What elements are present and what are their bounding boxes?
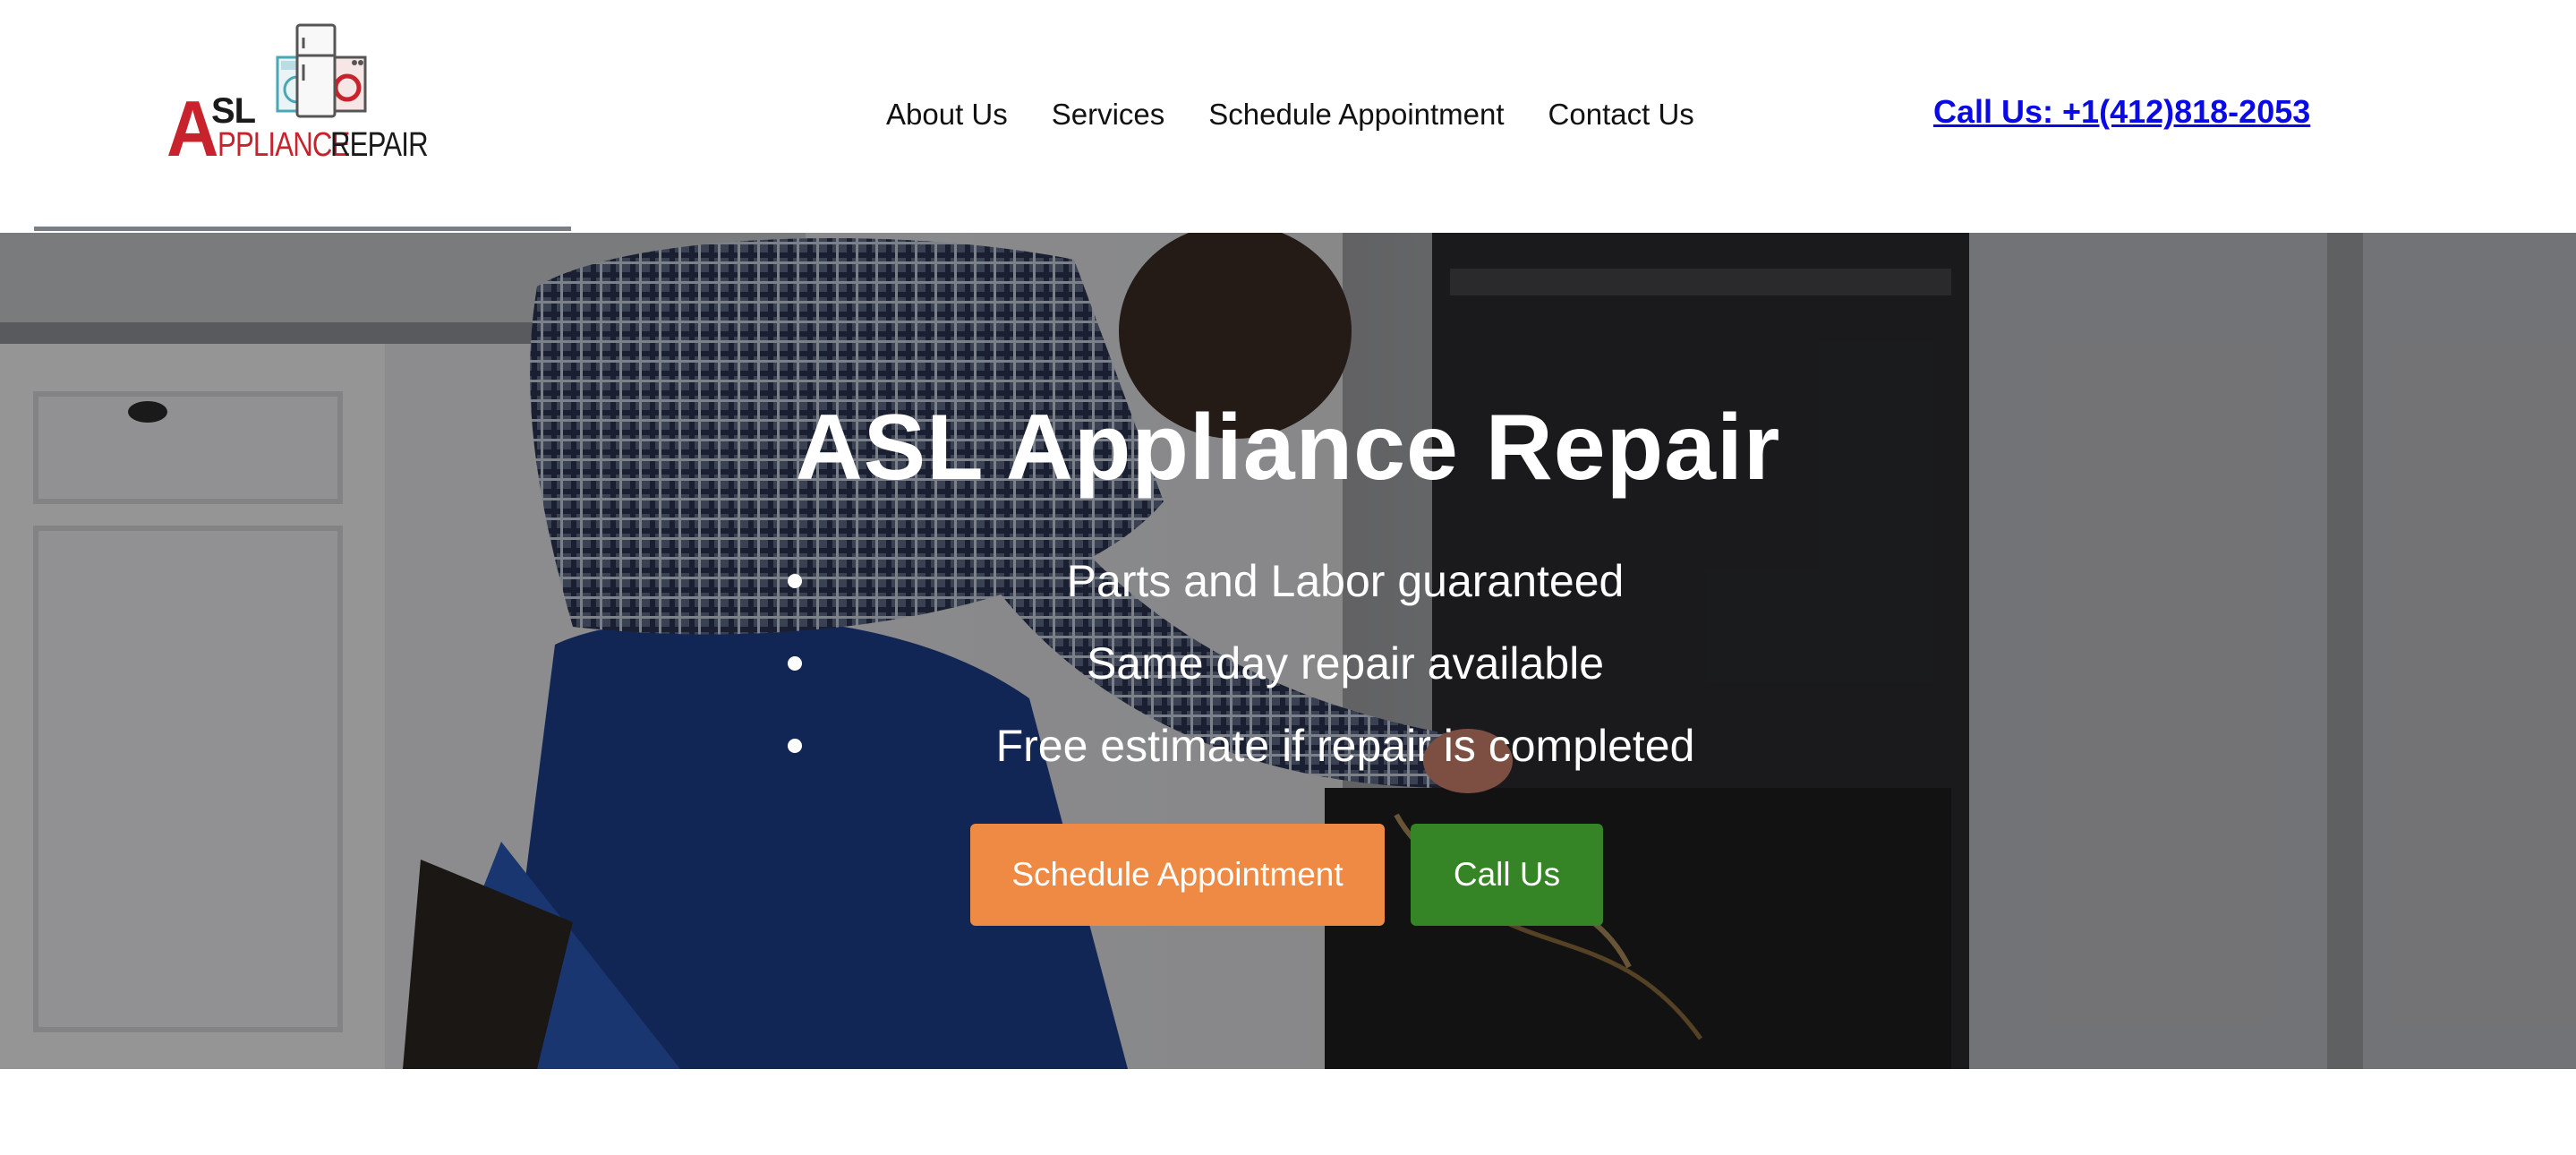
logo-letter-a: A	[166, 84, 218, 173]
logo-word-repair: REPAIR	[329, 126, 429, 164]
benefit-item: Parts and Labor guaranteed	[788, 540, 1951, 622]
nav-about-us[interactable]: About Us	[886, 98, 1008, 132]
logo-wordmark: A SL PPLIANCE REPAIR	[166, 84, 448, 173]
nav-schedule-appointment[interactable]: Schedule Appointment	[1208, 98, 1504, 132]
call-phone-link[interactable]: Call Us: +1(412)818-2053	[1933, 93, 2310, 131]
bullet-icon	[788, 574, 802, 588]
benefit-text: Same day repair available	[1086, 638, 1605, 689]
schedule-appointment-button[interactable]: Schedule Appointment	[970, 824, 1385, 926]
nav-services[interactable]: Services	[1052, 98, 1165, 132]
hero-title: ASL Appliance Repair	[795, 396, 1781, 500]
bullet-icon	[788, 739, 802, 753]
benefit-text: Parts and Labor guaranteed	[1066, 556, 1625, 606]
main-nav: About Us Services Schedule Appointment C…	[886, 93, 1694, 136]
benefit-item: Same day repair available	[788, 622, 1951, 705]
benefit-item: Free estimate if repair is completed	[788, 705, 1951, 787]
hero-benefits-list: Parts and Labor guaranteed Same day repa…	[788, 540, 1951, 787]
hero-section: ASL Appliance Repair Parts and Labor gua…	[0, 233, 2576, 1069]
logo-word-appliance: PPLIANCE	[217, 126, 350, 164]
site-logo[interactable]: A SL PPLIANCE REPAIR	[163, 21, 431, 168]
call-us-button[interactable]: Call Us	[1411, 824, 1603, 926]
nav-contact-us[interactable]: Contact Us	[1548, 98, 1694, 132]
site-header: A SL PPLIANCE REPAIR About Us Services S…	[0, 0, 2576, 233]
header-divider	[34, 227, 571, 231]
logo-letters-sl: SL	[211, 91, 256, 131]
benefit-text: Free estimate if repair is completed	[995, 721, 1695, 771]
bullet-icon	[788, 656, 802, 671]
